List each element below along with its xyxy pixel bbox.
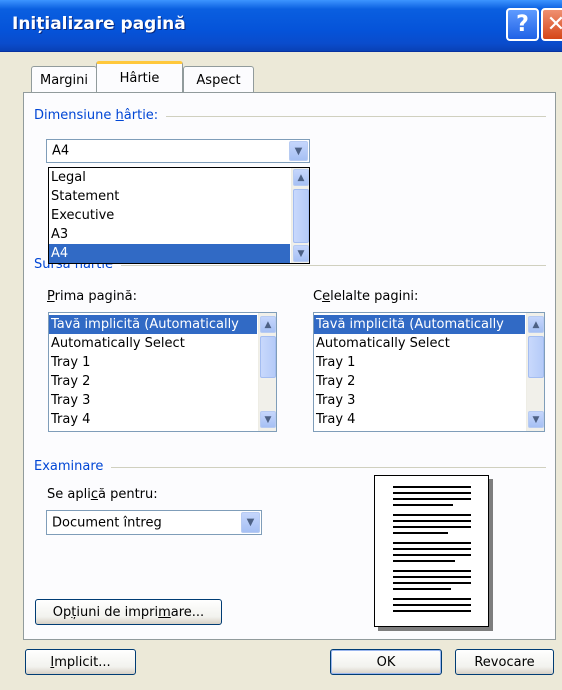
paper-size-option[interactable]: A4 xyxy=(49,244,290,263)
other-pages-tray-option[interactable]: Tavă implicită (Automatically xyxy=(314,315,525,334)
print-options-button[interactable]: Op ț iuni de impri m are... xyxy=(35,599,222,625)
cancel-button[interactable]: Revocare xyxy=(455,649,554,675)
scroll-thumb[interactable] xyxy=(293,189,309,243)
scroll-down-icon[interactable]: ▼ xyxy=(260,411,276,428)
scroll-down-icon[interactable]: ▼ xyxy=(293,245,309,262)
dropdown-scrollbar[interactable]: ▲ ▼ xyxy=(291,168,309,263)
first-page-tray-option[interactable]: Tavă implicită (Automatically xyxy=(49,315,257,334)
paper-size-option[interactable]: Legal xyxy=(49,168,290,187)
other-pages-tray-option[interactable]: Tray 4 xyxy=(314,410,525,429)
preview-group-label: Examinare xyxy=(34,459,112,474)
scroll-down-icon[interactable]: ▼ xyxy=(528,411,544,428)
first-page-tray-option[interactable]: Tray 1 xyxy=(49,353,257,372)
other-pages-scrollbar[interactable]: ▲ ▼ xyxy=(526,313,544,431)
other-pages-tray-option[interactable]: Tray 1 xyxy=(314,353,525,372)
scroll-up-icon[interactable]: ▲ xyxy=(260,316,276,333)
first-page-tray-option[interactable]: Tray 4 xyxy=(49,410,257,429)
first-page-scrollbar[interactable]: ▲ ▼ xyxy=(258,313,276,431)
paper-size-option[interactable]: Executive xyxy=(49,206,290,225)
apply-to-value: Document întreg xyxy=(52,515,162,530)
paper-size-dropdown-list[interactable]: Legal Statement Executive A3 A4 ▲ ▼ xyxy=(48,167,310,264)
paper-size-select[interactable]: A4 ▼ xyxy=(46,139,310,163)
other-pages-listbox[interactable]: Tavă implicită (Automatically Automatical… xyxy=(313,312,545,432)
first-page-tray-option[interactable]: Automatically Select xyxy=(49,334,257,353)
scroll-thumb[interactable] xyxy=(260,336,276,378)
scroll-thumb[interactable] xyxy=(528,336,544,378)
apply-to-label: Se aplică pentru: xyxy=(47,487,158,502)
chevron-down-icon[interactable]: ▼ xyxy=(241,512,260,533)
first-page-tray-option[interactable]: Tray 2 xyxy=(49,372,257,391)
paper-size-option[interactable]: A3 xyxy=(49,225,290,244)
first-page-tray-option[interactable]: Tray 3 xyxy=(49,391,257,410)
scroll-up-icon[interactable]: ▲ xyxy=(528,316,544,333)
chevron-down-icon[interactable]: ▼ xyxy=(289,141,308,161)
other-pages-tray-option[interactable]: Tray 2 xyxy=(314,372,525,391)
other-pages-tray-option[interactable]: Tray 3 xyxy=(314,391,525,410)
paper-size-value: A4 xyxy=(52,143,70,159)
first-page-listbox[interactable]: Tavă implicită (Automatically Automatical… xyxy=(48,312,277,432)
scroll-up-icon[interactable]: ▲ xyxy=(293,169,309,186)
other-pages-label: Celelalte pagini: xyxy=(313,289,419,304)
apply-to-select[interactable]: Document întreg ▼ xyxy=(46,510,262,535)
default-button[interactable]: Implicit... xyxy=(25,649,136,675)
first-page-label: Prima pagină: xyxy=(47,289,138,304)
paper-size-option[interactable]: Statement xyxy=(49,187,290,206)
ok-button[interactable]: OK xyxy=(330,649,442,675)
paper-size-group-label: Dimensiune hârtie: xyxy=(34,108,167,123)
other-pages-tray-option[interactable]: Automatically Select xyxy=(314,334,525,353)
page-preview xyxy=(374,475,489,627)
